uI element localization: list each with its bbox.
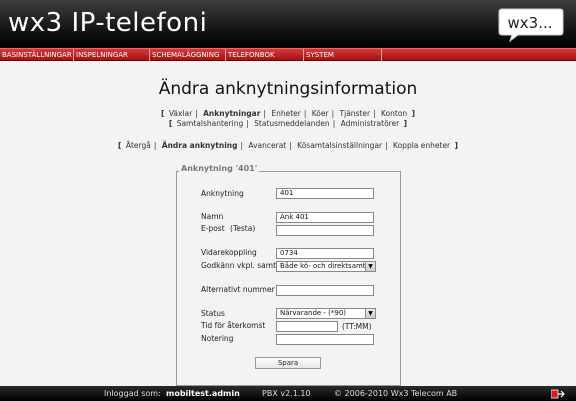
fieldset-legend: Anknytning '401' (179, 164, 260, 173)
vidarekoppling-label: Vidarekoppling (201, 248, 257, 257)
app-logo: wx3 IP-telefoni (8, 8, 208, 38)
alternativt-nummer-label: Alternativt nummer (201, 285, 275, 294)
subnav-atergaa[interactable]: Återgå (126, 141, 151, 150)
tid-for-aterkomst-label: Tid för återkomst (201, 321, 266, 330)
tid-for-aterkomst-input[interactable] (276, 321, 338, 332)
anknytning-label: Anknytning (201, 189, 244, 198)
menu-system[interactable]: SYSTEM (304, 49, 382, 61)
subnav-koppla-enheter[interactable]: Koppla enheter (393, 141, 450, 150)
page-title: Ändra anknytningsinformation (158, 79, 418, 99)
testa-link[interactable]: (Testa) (230, 224, 255, 233)
main-menu-bar: BASINSTÄLLNINGAR INSPELNINGAR SCHEMALÄGG… (0, 48, 576, 61)
epost-input[interactable] (276, 225, 374, 236)
chevron-down-icon[interactable]: ▼ (365, 262, 375, 271)
status-label: Status (201, 309, 225, 318)
wx3-badge-logo: wx3... (498, 8, 564, 43)
menu-basinstallningar[interactable]: BASINSTÄLLNINGAR (0, 49, 74, 61)
vidarekoppling-input[interactable]: 0734 (276, 248, 374, 259)
logout-icon[interactable] (551, 389, 565, 399)
pbx-version: PBX v2.1.10 (262, 389, 311, 398)
namn-label: Namn (201, 212, 224, 221)
status-select-value: Närvarande - (*90) (280, 309, 347, 317)
status-select[interactable]: Närvarande - (*90) ▼ (276, 308, 376, 319)
namn-input[interactable]: Ank 401 (276, 212, 374, 223)
primary-nav-row2: [ Samtalshantering | Statusmeddelanden | A… (168, 119, 408, 128)
nav-administratorer[interactable]: Administratörer (341, 119, 400, 128)
nav-vaxlar[interactable]: Växlar (169, 109, 192, 118)
nav-tjanster[interactable]: Tjänster (340, 109, 371, 118)
godkann-select-value: Både kö- och direktsamtal (280, 262, 372, 270)
nav-statusmeddelanden[interactable]: Statusmeddelanden (254, 119, 330, 128)
notering-label: Notering (201, 334, 234, 343)
copyright: © 2006-2010 Wx3 Telecom AB (334, 389, 458, 398)
alternativt-nummer-input[interactable] (276, 285, 374, 296)
nav-koer[interactable]: Köer (312, 109, 329, 118)
menu-telefonbok[interactable]: TELEFONBOK (226, 49, 304, 61)
extension-fieldset (176, 171, 401, 386)
menu-inspelningar[interactable]: INSPELNINGAR (74, 49, 150, 61)
godkann-label: Godkänn vkpl. samtal (201, 261, 283, 270)
anknytning-input[interactable]: 401 (276, 188, 374, 199)
app-header: wx3 IP-telefoni wx3... (0, 0, 576, 48)
status-footer: Inloggad som: mobiltest.admin PBX v2.1.1… (0, 386, 576, 401)
nav-konton[interactable]: Konton (381, 109, 407, 118)
subnav-andra-anknytning[interactable]: Ändra anknytning (162, 141, 238, 150)
nav-anknytningar[interactable]: Anknytningar (203, 109, 260, 118)
save-button[interactable]: Spara (255, 357, 321, 369)
notering-input[interactable] (276, 334, 374, 345)
primary-nav-row1: [ Växlar | Anknytningar | Enheter | Köer | T… (160, 109, 416, 118)
chevron-down-icon[interactable]: ▼ (365, 309, 375, 318)
nav-samtalshantering[interactable]: Samtalshantering (177, 119, 244, 128)
epost-label-text: E-post (201, 224, 225, 233)
godkann-select[interactable]: Både kö- och direktsamtal ▼ (276, 261, 376, 272)
sub-nav: [ Återgå | Ändra anknytning | Avancerat | K… (118, 141, 458, 150)
subnav-kosamtalsinstallningar[interactable]: Kösamtalsinställningar (297, 141, 382, 150)
tid-format-hint: (TT:MM) (342, 322, 372, 331)
epost-label: E-post (Testa) (201, 224, 255, 233)
menu-schemalaggning[interactable]: SCHEMALÄGGNING (150, 49, 226, 61)
subnav-avancerat[interactable]: Avancerat (248, 141, 286, 150)
nav-enheter[interactable]: Enheter (271, 109, 301, 118)
logged-in-label: Inloggad som: (104, 389, 161, 398)
logged-in-user: mobiltest.admin (166, 389, 240, 398)
svg-text:wx3...: wx3... (508, 14, 553, 32)
